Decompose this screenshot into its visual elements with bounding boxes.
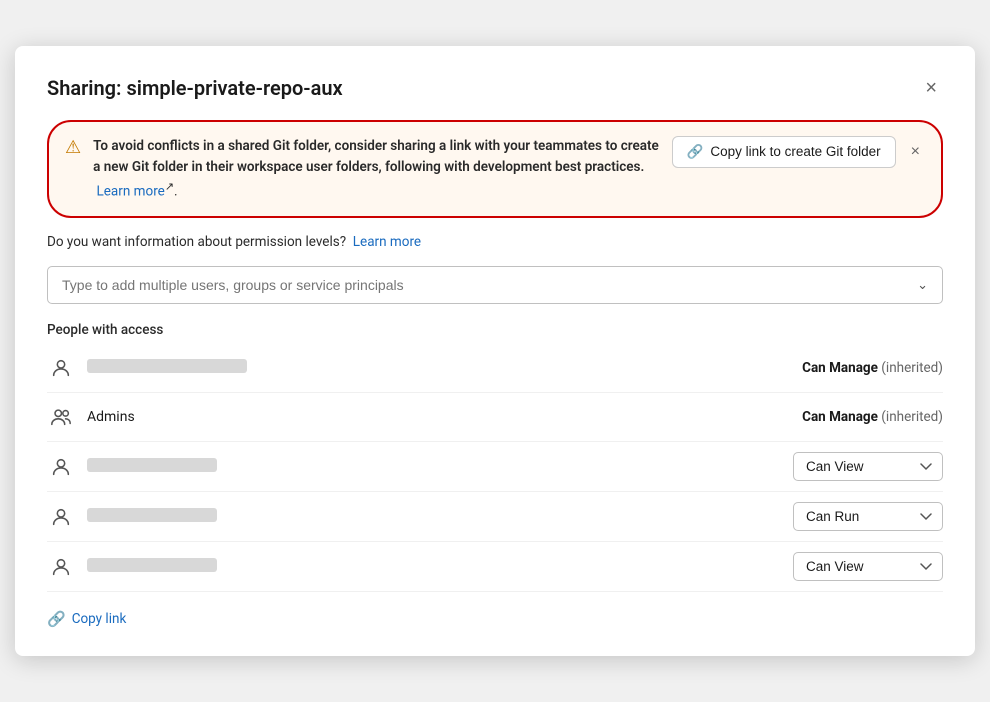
table-row: Admins Can Manage (inherited) xyxy=(47,393,943,442)
chevron-down-icon: ⌄ xyxy=(917,278,928,293)
person-icon xyxy=(47,453,75,481)
group-icon xyxy=(47,403,75,431)
person-name xyxy=(87,359,751,377)
table-row: Can View Can Run Can Edit Can Manage xyxy=(47,492,943,542)
info-line-text: Do you want information about permission… xyxy=(47,234,346,250)
blurred-name xyxy=(87,359,247,373)
info-line: Do you want information about permission… xyxy=(47,234,943,250)
user-search-box[interactable]: ⌄ xyxy=(47,266,943,304)
link-icon: 🔗 xyxy=(47,610,66,628)
modal-title: Sharing: simple-private-repo-aux xyxy=(47,76,343,100)
permission-select[interactable]: Can View Can Run Can Edit Can Manage xyxy=(793,502,943,531)
person-name xyxy=(87,508,781,526)
alert-close-button[interactable]: × xyxy=(906,141,925,163)
permission-label: Can Manage (inherited) xyxy=(763,409,943,425)
modal-header: Sharing: simple-private-repo-aux × xyxy=(47,74,943,102)
alert-bold-text: To avoid conflicts in a shared Git folde… xyxy=(93,138,659,175)
warning-icon: ⚠ xyxy=(65,137,81,158)
external-link-icon: ↗ xyxy=(165,180,174,193)
person-icon xyxy=(47,354,75,382)
copy-link-button[interactable]: 🔗 Copy link xyxy=(47,610,126,628)
blurred-name xyxy=(87,508,217,522)
person-name xyxy=(87,558,781,576)
permission-select[interactable]: Can View Can Run Can Edit Can Manage xyxy=(793,452,943,481)
permission-learn-more-link[interactable]: Learn more xyxy=(353,234,421,250)
table-row: Can Manage (inherited) xyxy=(47,344,943,393)
copy-git-link-button[interactable]: 🔗 Copy link to create Git folder xyxy=(672,136,896,168)
person-icon xyxy=(47,503,75,531)
permission-label: Can Manage (inherited) xyxy=(763,360,943,376)
person-name: Admins xyxy=(87,409,751,425)
permission-select[interactable]: Can View Can Run Can Edit Can Manage xyxy=(793,552,943,581)
sharing-modal: Sharing: simple-private-repo-aux × ⚠ To … xyxy=(15,46,975,656)
table-row: Can View Can Run Can Edit Can Manage xyxy=(47,442,943,492)
copy-git-link-label: Copy link to create Git folder xyxy=(710,144,880,159)
copy-link-label: Copy link xyxy=(72,611,127,627)
person-name xyxy=(87,458,781,476)
alert-banner: ⚠ To avoid conflicts in a shared Git fol… xyxy=(47,120,943,218)
close-button[interactable]: × xyxy=(919,74,943,102)
people-section-label: People with access xyxy=(47,322,943,338)
person-outline-icon xyxy=(47,553,75,581)
link-icon: 🔗 xyxy=(687,144,704,160)
table-row: Can View Can Run Can Edit Can Manage xyxy=(47,542,943,592)
blurred-name xyxy=(87,558,217,572)
blurred-name xyxy=(87,458,217,472)
footer: 🔗 Copy link xyxy=(47,592,943,628)
alert-action-area: 🔗 Copy link to create Git folder × xyxy=(672,136,925,168)
alert-learn-more-link[interactable]: Learn more xyxy=(97,183,165,199)
alert-message: To avoid conflicts in a shared Git folde… xyxy=(93,136,659,202)
search-input[interactable] xyxy=(62,277,917,293)
